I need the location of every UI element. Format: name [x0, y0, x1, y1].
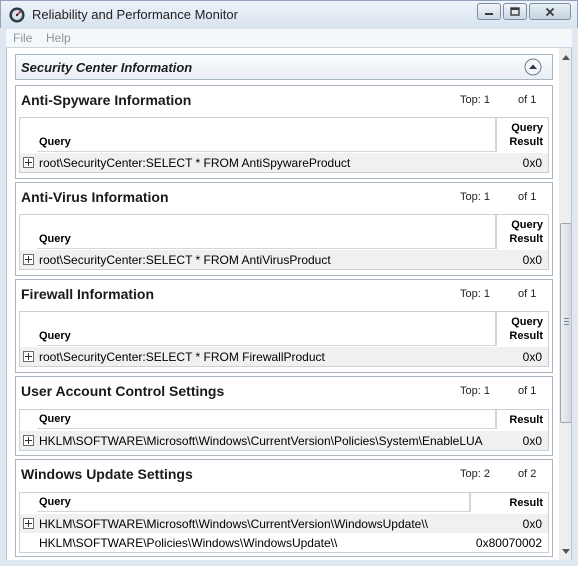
query-cell: HKLM\SOFTWARE\Microsoft\Windows\CurrentV… — [39, 434, 483, 448]
result-cell: 0x80070002 — [475, 536, 542, 550]
query-cell: root\SecurityCenter:SELECT * FROM AntiSp… — [39, 156, 351, 170]
query-cell: root\SecurityCenter:SELECT * FROM Firewa… — [39, 350, 325, 364]
security-center-section-header[interactable]: Security Center Information — [15, 54, 553, 80]
firewall-panel: Firewall Information Top: 1 of 1 Query Q… — [15, 279, 553, 373]
table-header: Query Result — [20, 410, 548, 429]
of-count: of 1 — [518, 94, 537, 106]
user-account-control-panel: User Account Control Settings Top: 1 of … — [15, 376, 553, 456]
panel-title: Anti-Spyware Information — [21, 92, 192, 108]
query-cell: HKLM\SOFTWARE\Microsoft\Windows\CurrentV… — [39, 517, 428, 531]
query-column-header[interactable]: Query — [37, 312, 496, 346]
of-count: of 2 — [518, 468, 537, 480]
table-row[interactable]: root\SecurityCenter:SELECT * FROM Firewa… — [20, 347, 548, 366]
table-row[interactable]: root\SecurityCenter:SELECT * FROM AntiSp… — [20, 153, 548, 172]
result-cell: 0x0 — [522, 350, 542, 364]
close-button[interactable] — [529, 3, 571, 20]
minimize-icon — [485, 12, 493, 15]
scroll-down-arrow-icon — [562, 548, 570, 554]
table-header: Query Query Result — [20, 312, 548, 346]
minimize-button[interactable] — [477, 3, 501, 20]
panel-title: Windows Update Settings — [21, 466, 193, 482]
maximize-icon — [510, 6, 520, 16]
query-cell: HKLM\SOFTWARE\Policies\Windows\WindowsUp… — [39, 536, 338, 550]
query-column-header[interactable]: Query — [37, 493, 470, 512]
scrollbar-thumb[interactable] — [560, 223, 571, 423]
table-header: Query Query Result — [20, 118, 548, 152]
of-count: of 1 — [518, 385, 537, 397]
query-table: Query Result HKLM\SOFTWARE\Microsoft\Win… — [19, 409, 549, 451]
query-result-column-header[interactable]: Query Result — [496, 215, 548, 249]
query-table: Query Query Result root\SecurityCenter:S… — [19, 214, 549, 270]
table-row[interactable]: HKLM\SOFTWARE\Microsoft\Windows\CurrentV… — [20, 431, 548, 450]
table-row[interactable]: HKLM\SOFTWARE\Policies\Windows\WindowsUp… — [20, 533, 548, 552]
panel-title: Firewall Information — [21, 286, 155, 302]
result-column-header[interactable]: Result — [496, 410, 548, 429]
panel-title: User Account Control Settings — [21, 383, 225, 399]
expand-plus-icon[interactable] — [23, 351, 34, 362]
collapse-up-icon[interactable] — [524, 58, 542, 76]
table-row[interactable]: root\SecurityCenter:SELECT * FROM AntiVi… — [20, 250, 548, 269]
section-title: Security Center Information — [21, 60, 193, 75]
windows-update-panel: Windows Update Settings Top: 2 of 2 Quer… — [15, 459, 553, 557]
scroll-up-arrow-icon — [562, 54, 570, 60]
of-count: of 1 — [518, 288, 537, 300]
query-table: Query Result HKLM\SOFTWARE\Microsoft\Win… — [19, 492, 549, 553]
anti-virus-panel: Anti-Virus Information Top: 1 of 1 Query… — [15, 182, 553, 276]
expand-plus-icon[interactable] — [23, 435, 34, 446]
report-pane: Security Center Information Anti-Spyware… — [6, 48, 572, 560]
query-table: Query Query Result root\SecurityCenter:S… — [19, 117, 549, 173]
query-column-header[interactable]: Query — [37, 118, 496, 152]
query-result-column-header[interactable]: Query Result — [496, 118, 548, 152]
result-cell: 0x0 — [522, 253, 542, 267]
top-count: Top: 1 — [460, 385, 490, 397]
top-count: Top: 1 — [460, 288, 490, 300]
result-column-header[interactable]: Result — [470, 493, 548, 512]
menu-bar: File Help — [6, 29, 572, 48]
top-count: Top: 1 — [460, 191, 490, 203]
top-count: Top: 2 — [460, 468, 490, 480]
scroll-up-button[interactable] — [559, 48, 571, 65]
query-table: Query Query Result root\SecurityCenter:S… — [19, 311, 549, 367]
close-icon — [545, 7, 555, 16]
table-row[interactable]: HKLM\SOFTWARE\Microsoft\Windows\CurrentV… — [20, 514, 548, 533]
anti-spyware-panel: Anti-Spyware Information Top: 1 of 1 Que… — [15, 85, 553, 179]
performance-monitor-icon — [9, 7, 25, 23]
top-count: Top: 1 — [460, 94, 490, 106]
vertical-scrollbar[interactable] — [559, 48, 571, 560]
result-cell: 0x0 — [522, 156, 542, 170]
title-bar: Reliability and Performance Monitor — [0, 0, 578, 28]
expand-plus-icon[interactable] — [23, 157, 34, 168]
window-title: Reliability and Performance Monitor — [32, 7, 238, 22]
table-header: Query Result — [20, 493, 548, 512]
menu-help[interactable]: Help — [46, 31, 71, 45]
expand-plus-icon[interactable] — [23, 518, 34, 529]
query-column-header[interactable]: Query — [37, 215, 496, 249]
query-column-header[interactable]: Query — [37, 410, 496, 429]
result-cell: 0x0 — [522, 434, 542, 448]
query-cell: root\SecurityCenter:SELECT * FROM AntiVi… — [39, 253, 331, 267]
expand-plus-icon[interactable] — [23, 254, 34, 265]
menu-file[interactable]: File — [13, 31, 32, 45]
scroll-down-button[interactable] — [559, 543, 571, 560]
maximize-button[interactable] — [503, 3, 527, 20]
panel-title: Anti-Virus Information — [21, 189, 169, 205]
table-header: Query Query Result — [20, 215, 548, 249]
of-count: of 1 — [518, 191, 537, 203]
result-cell: 0x0 — [522, 517, 542, 531]
query-result-column-header[interactable]: Query Result — [496, 312, 548, 346]
